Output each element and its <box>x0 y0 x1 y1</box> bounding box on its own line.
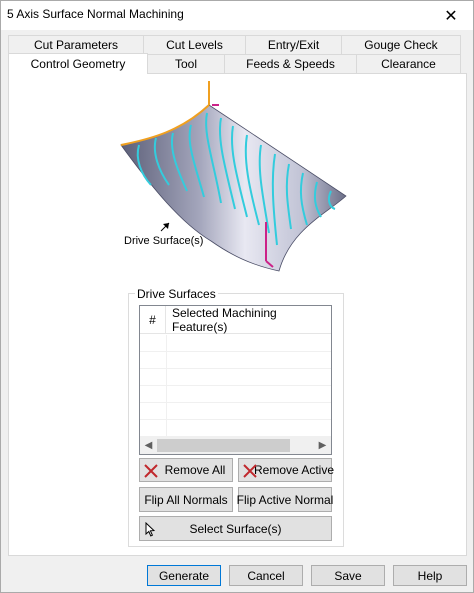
select-surfaces-label: Select Surface(s) <box>189 521 282 536</box>
remove-all-label: Remove All <box>164 463 226 477</box>
remove-all-button[interactable]: Remove All <box>139 458 233 482</box>
list-row <box>140 369 331 386</box>
window-title: 5 Axis Surface Normal Machining <box>7 7 184 21</box>
save-button[interactable]: Save <box>311 565 385 586</box>
help-button[interactable]: Help <box>393 565 467 586</box>
drive-surface-label: Drive Surface(s) <box>124 235 204 247</box>
scroll-thumb[interactable] <box>157 439 290 452</box>
list-row <box>140 420 331 437</box>
list-header: # Selected Machining Feature(s) <box>140 306 331 334</box>
list-row <box>140 386 331 403</box>
scroll-right-icon[interactable]: ▶ <box>314 437 331 454</box>
selected-features-list[interactable]: # Selected Machining Feature(s) ◀ ▶ <box>139 305 332 455</box>
horizontal-scrollbar[interactable]: ◀ ▶ <box>140 437 331 454</box>
cancel-button[interactable]: Cancel <box>229 565 303 586</box>
tab-cut-parameters[interactable]: Cut Parameters <box>8 35 144 54</box>
dialog-window: 5 Axis Surface Normal Machining ✕ Cut Pa… <box>0 0 474 593</box>
scroll-left-icon[interactable]: ◀ <box>140 437 157 454</box>
title-bar: 5 Axis Surface Normal Machining ✕ <box>1 1 473 30</box>
flip-all-normals-button[interactable]: Flip All Normals <box>139 487 233 512</box>
list-row <box>140 403 331 420</box>
column-header-number[interactable]: # <box>140 306 166 334</box>
tab-entry-exit[interactable]: Entry/Exit <box>245 35 342 54</box>
flip-active-normal-button[interactable]: Flip Active Normal <box>237 487 333 512</box>
red-x-icon <box>144 464 158 478</box>
tab-tool[interactable]: Tool <box>147 54 225 73</box>
select-surfaces-button[interactable]: Select Surface(s) <box>139 516 332 541</box>
column-header-feature[interactable]: Selected Machining Feature(s) <box>172 306 331 334</box>
tab-gouge-check[interactable]: Gouge Check <box>341 35 461 54</box>
generate-button[interactable]: Generate <box>147 565 221 586</box>
remove-active-label: Remove Active <box>253 463 335 477</box>
drive-surface-illustration <box>120 81 347 272</box>
list-row <box>140 335 331 352</box>
tab-control-geometry[interactable]: Control Geometry <box>8 53 148 74</box>
red-x-icon <box>243 464 257 478</box>
close-icon[interactable]: ✕ <box>429 1 473 30</box>
drive-surfaces-group-label: Drive Surfaces <box>135 287 218 301</box>
remove-active-button[interactable]: Remove Active <box>238 458 335 482</box>
tab-cut-levels[interactable]: Cut Levels <box>143 35 246 54</box>
list-row <box>140 352 331 369</box>
cursor-arrow-icon <box>145 522 155 537</box>
tab-feeds-speeds[interactable]: Feeds & Speeds <box>224 54 357 73</box>
tab-clearance[interactable]: Clearance <box>356 54 461 73</box>
